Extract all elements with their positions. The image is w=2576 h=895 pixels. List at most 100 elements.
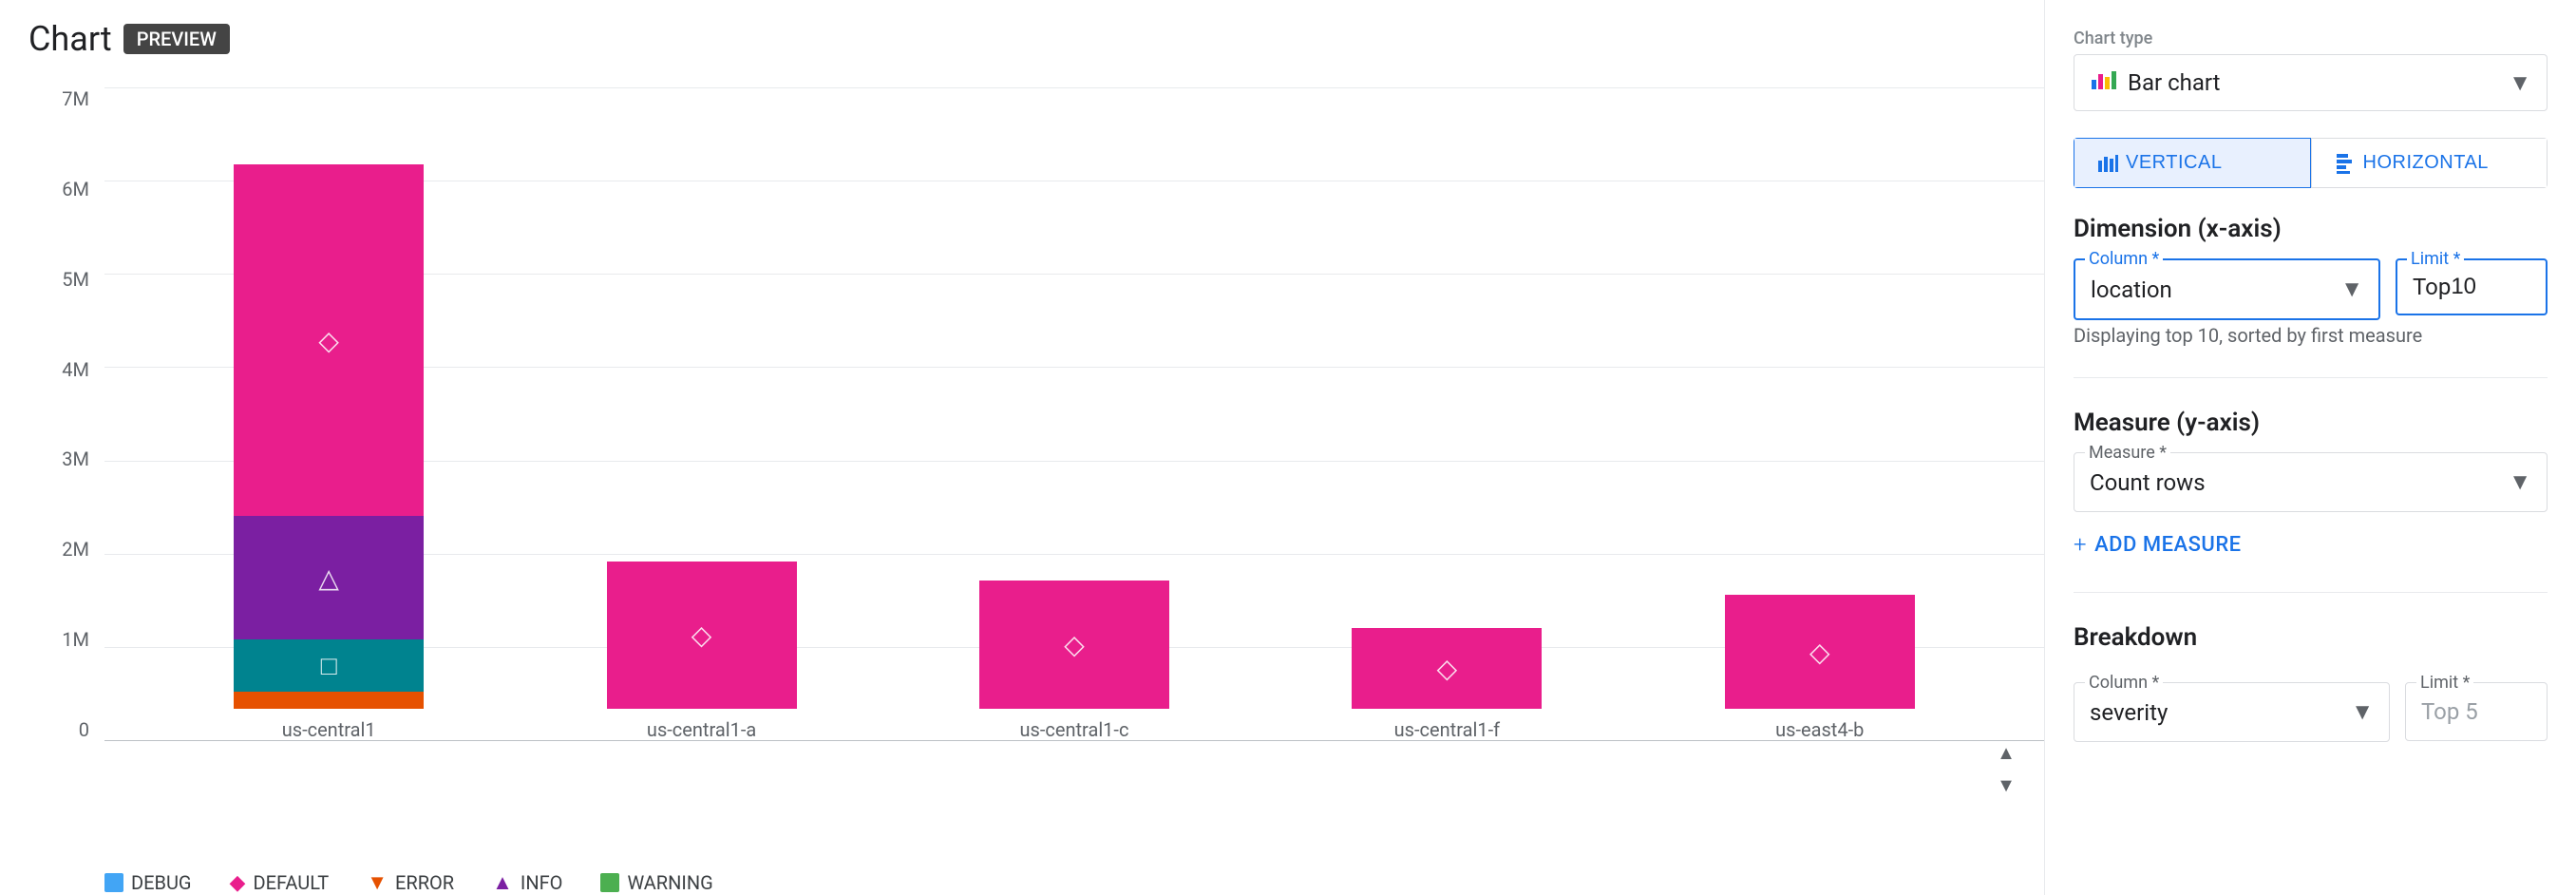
legend-label-info: INFO — [521, 871, 563, 894]
measure-arrow: ▼ — [2509, 468, 2531, 496]
legend-label-warning: WARNING — [627, 871, 712, 894]
chart-type-select[interactable]: Bar chart ▼ — [2074, 54, 2548, 111]
legend-item-warning: WARNING — [600, 871, 712, 894]
measure-title: Measure (y-axis) — [2074, 409, 2548, 437]
chart-area: Chart PREVIEW 7M 6M 5M 4M 3M 2M 1M 0 — [0, 0, 2044, 895]
legend-label-error: ERROR — [395, 871, 454, 894]
breakdown-title: Breakdown — [2074, 623, 2548, 652]
bar-group-us-central1-a: ◇ us-central1-a — [607, 562, 797, 741]
legend-item-default: ◆ DEFAULT — [230, 871, 330, 895]
legend-item-debug: DEBUG — [104, 871, 192, 894]
bar-segment-default-c: ◇ — [979, 581, 1169, 709]
vertical-button[interactable]: VERTICAL — [2074, 138, 2311, 188]
bar-label-us-central1-c: us-central1-c — [1020, 718, 1129, 741]
dimension-field-row: Column * location ▼ Limit * Top — [2074, 258, 2548, 320]
y-axis-3m: 3M — [62, 448, 89, 470]
bar-stack-us-east4-b: ◇ — [1725, 595, 1915, 709]
limit-prefix: Top — [2413, 274, 2451, 300]
bar-icon-diamond-a: ◇ — [691, 619, 712, 651]
divider-2 — [2074, 592, 2548, 593]
bars-wrapper: □ △ ◇ us-central1 — [104, 87, 2044, 741]
bar-label-us-central1-f: us-central1-f — [1394, 718, 1500, 741]
legend-color-debug — [104, 873, 123, 892]
y-axis: 7M 6M 5M 4M 3M 2M 1M 0 — [28, 87, 104, 798]
breakdown-limit-group: Limit * Top 5 — [2405, 682, 2548, 742]
bar-stack-us-central1: □ △ ◇ — [234, 164, 424, 709]
dimension-column-group: Column * location ▼ — [2074, 258, 2380, 320]
scroll-up-button[interactable]: ▲ — [1987, 739, 2025, 768]
add-measure-button[interactable]: + ADD MEASURE — [2074, 527, 2548, 562]
horizontal-button[interactable]: HORIZONTAL — [2311, 138, 2548, 188]
dimension-title: Dimension (x-axis) — [2074, 215, 2548, 243]
bar-stack-us-central1-c: ◇ — [979, 581, 1169, 709]
bar-stack-us-central1-a: ◇ — [607, 562, 797, 709]
bar-label-us-central1-a: us-central1-a — [647, 718, 756, 741]
bar-label-us-east4-b: us-east4-b — [1775, 718, 1864, 741]
breakdown-limit-label: Limit * — [2416, 673, 2473, 693]
bar-group-us-central1: □ △ ◇ us-central1 — [234, 164, 424, 741]
bar-segment-default: ◇ — [234, 164, 424, 516]
add-measure-label: ADD MEASURE — [2094, 533, 2242, 557]
breakdown-column-group: Column * severity ▼ — [2074, 682, 2390, 742]
bar-segment-error — [234, 692, 424, 709]
measure-field-group: Measure * Count rows ▼ — [2074, 452, 2548, 512]
bar-segment-default-e: ◇ — [1725, 595, 1915, 709]
breakdown-limit-placeholder: Top 5 — [2421, 698, 2478, 725]
dimension-limit-group: Limit * Top — [2396, 258, 2548, 315]
legend-color-warning — [600, 873, 619, 892]
measure-value: Count rows — [2090, 469, 2206, 496]
right-panel: Chart type Bar chart ▼ — [2044, 0, 2576, 895]
chart-legend: DEBUG ◆ DEFAULT ▼ ERROR ▲ INFO WARNING — [28, 855, 2044, 895]
scroll-down-button[interactable]: ▼ — [1987, 771, 2025, 800]
preview-badge: PREVIEW — [123, 24, 230, 54]
legend-icon-info: ▲ — [492, 870, 513, 895]
limit-value-input[interactable] — [2451, 274, 2527, 300]
dimension-section: Dimension (x-axis) Column * location ▼ L… — [2074, 215, 2548, 347]
legend-item-info: ▲ INFO — [492, 870, 562, 895]
bar-icon-diamond-c: ◇ — [1064, 629, 1085, 660]
vertical-label: VERTICAL — [2126, 152, 2222, 174]
chart-type-arrow: ▼ — [2509, 69, 2531, 97]
chart-inner: 7M 6M 5M 4M 3M 2M 1M 0 — [28, 87, 2044, 855]
bar-group-us-central1-c: ◇ us-central1-c — [979, 581, 1169, 741]
breakdown-section: Breakdown Column * severity ▼ Limit * To… — [2074, 623, 2548, 742]
chart-type-label: Chart type — [2074, 29, 2548, 48]
chart-header: Chart PREVIEW — [28, 19, 2044, 59]
y-axis-5m: 5M — [62, 268, 89, 291]
bar-icon-diamond-f: ◇ — [1437, 653, 1458, 684]
dimension-column-label: Column * — [2085, 249, 2163, 269]
y-axis-2m: 2M — [62, 538, 89, 561]
bar-segment-info: △ — [234, 516, 424, 639]
vertical-icon — [2097, 153, 2118, 174]
dimension-column-value: location — [2091, 276, 2172, 303]
legend-icon-error: ▼ — [367, 870, 388, 895]
dimension-column-arrow: ▼ — [2340, 276, 2363, 303]
chart-container: 7M 6M 5M 4M 3M 2M 1M 0 — [28, 87, 2044, 895]
breakdown-column-label: Column * — [2085, 673, 2163, 693]
bar-icon-triangle: △ — [318, 562, 339, 594]
legend-label-debug: DEBUG — [131, 871, 192, 894]
bars-area: □ △ ◇ us-central1 — [104, 87, 2044, 798]
y-axis-6m: 6M — [62, 178, 89, 200]
chart-type-section: Chart type Bar chart ▼ — [2074, 29, 2548, 111]
dimension-info-text: Displaying top 10, sorted by first measu… — [2074, 324, 2548, 347]
legend-icon-default: ◆ — [230, 871, 246, 895]
chart-title: Chart — [28, 19, 112, 59]
horizontal-label: HORIZONTAL — [2363, 152, 2489, 174]
dimension-limit-label: Limit * — [2407, 249, 2464, 269]
legend-item-error: ▼ ERROR — [367, 870, 454, 895]
breakdown-column-arrow: ▼ — [2351, 698, 2374, 726]
y-axis-7m: 7M — [62, 87, 89, 110]
y-axis-4m: 4M — [62, 358, 89, 381]
legend-label-default: DEFAULT — [253, 871, 329, 894]
y-axis-0: 0 — [79, 718, 89, 741]
chart-type-value-row: Bar chart — [2090, 68, 2221, 97]
horizontal-icon — [2335, 153, 2356, 174]
bar-group-us-central1-f: ◇ us-central1-f — [1352, 628, 1542, 741]
breakdown-row: Column * severity ▼ Limit * Top 5 — [2074, 682, 2548, 742]
measure-section: Measure (y-axis) Measure * Count rows ▼ … — [2074, 409, 2548, 562]
bar-icon-square: □ — [321, 650, 337, 681]
bar-segment-default-f: ◇ — [1352, 628, 1542, 709]
orientation-buttons: VERTICAL HORIZONTAL — [2074, 138, 2548, 188]
bar-chart-icon — [2090, 68, 2116, 97]
